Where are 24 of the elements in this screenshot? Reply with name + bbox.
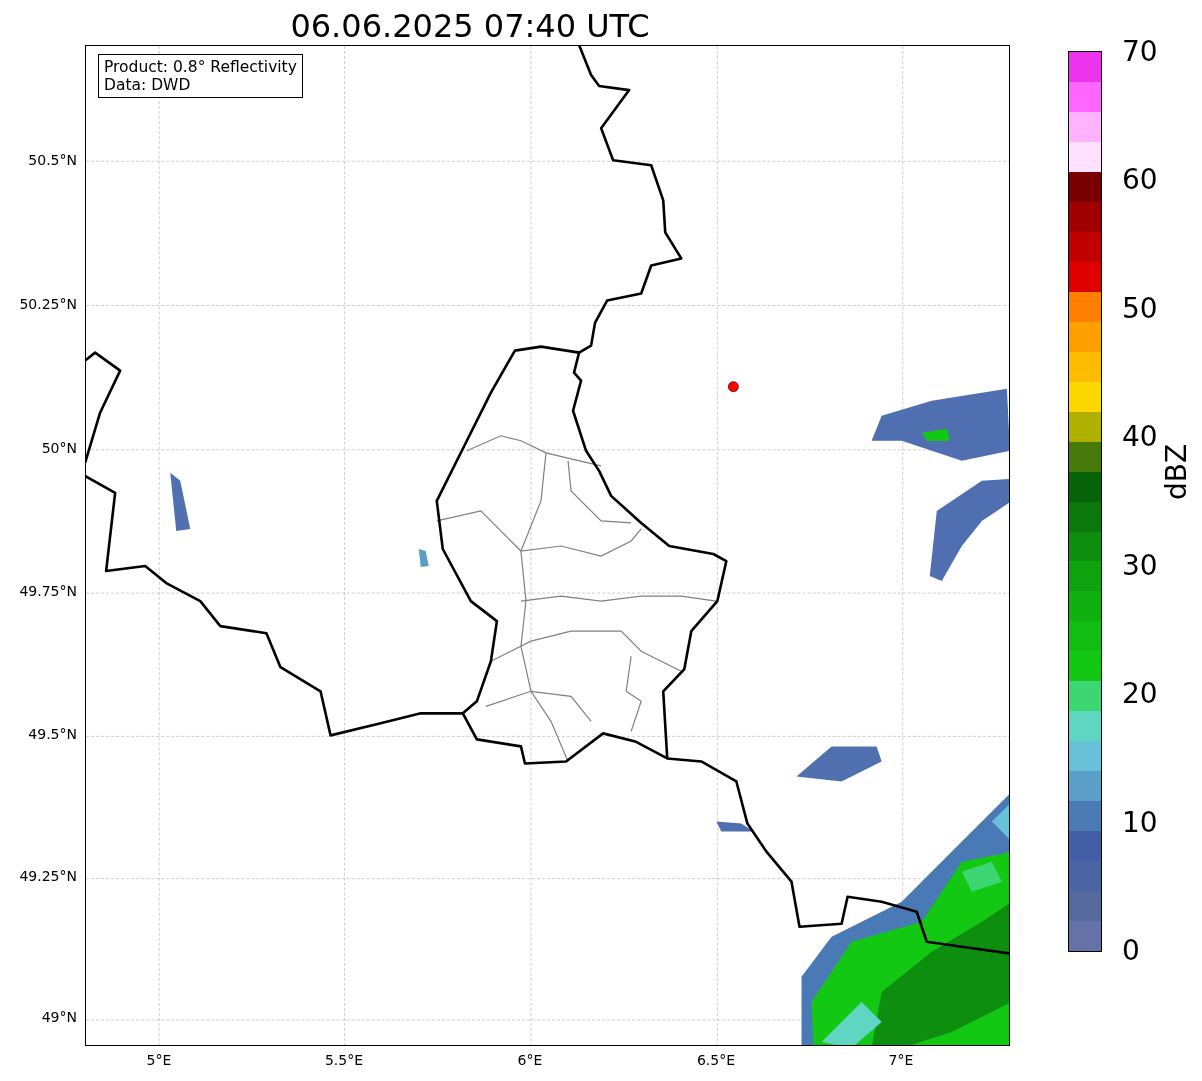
latitude-label: 50.25°N — [19, 296, 77, 312]
latitude-label: 49°N — [41, 1009, 77, 1025]
colorbar-label: dBZ — [1160, 443, 1193, 500]
colorbar-tick-label: 70 — [1122, 38, 1158, 66]
longitude-label: 5°E — [146, 1052, 172, 1068]
colorbar-tick-label: 60 — [1122, 166, 1158, 195]
annotation-text: Data: DWD — [104, 76, 192, 94]
longitude-label: 6.5°E — [696, 1052, 736, 1068]
latitude-label: 50.5°N — [28, 152, 77, 168]
chart-title: 06.06.2025 07:40 UTC — [290, 7, 650, 45]
latitude-label: 50°N — [41, 440, 77, 456]
latitude-label: 49.5°N — [28, 726, 77, 742]
longitude-label: 6°E — [517, 1052, 543, 1068]
latitude-label: 49.75°N — [19, 583, 77, 599]
longitude-label: 5.5°E — [324, 1052, 364, 1068]
colorbar-tick-label: 50 — [1122, 294, 1158, 323]
colorbar-tick-label: 20 — [1122, 680, 1158, 709]
colorbar-tick-label: 30 — [1122, 551, 1158, 580]
colorbar-tick-label: 40 — [1122, 423, 1158, 452]
annotation-text: Product: 0.8° Reflectivity — [104, 58, 297, 76]
colorbar-tick-label: 0 — [1122, 937, 1140, 965]
colorbar-tick-label: 10 — [1122, 808, 1158, 837]
longitude-label: 7°E — [888, 1052, 914, 1068]
latitude-label: 49.25°N — [19, 868, 77, 884]
